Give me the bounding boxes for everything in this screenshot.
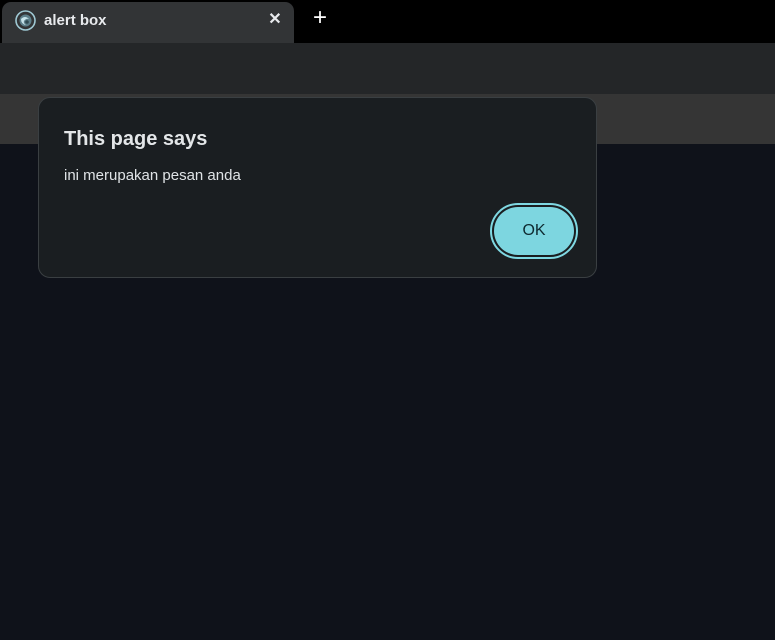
dialog-message: ini merupakan pesan anda <box>64 167 241 184</box>
favicon-icon <box>15 10 36 31</box>
new-tab-button[interactable]: + <box>307 5 333 31</box>
alert-dialog: This page says ini merupakan pesan anda … <box>38 97 597 278</box>
ok-button[interactable]: OK <box>494 207 574 255</box>
tab-title: alert box <box>44 12 107 29</box>
dialog-title: This page says <box>64 128 208 150</box>
ok-button-focus-ring: OK <box>490 203 578 259</box>
close-tab-icon[interactable]: ✕ <box>264 9 286 31</box>
browser-toolbar <box>0 43 775 94</box>
tab-alert-box[interactable]: alert box ✕ <box>2 2 294 43</box>
tab-strip: alert box ✕ + <box>0 0 775 43</box>
